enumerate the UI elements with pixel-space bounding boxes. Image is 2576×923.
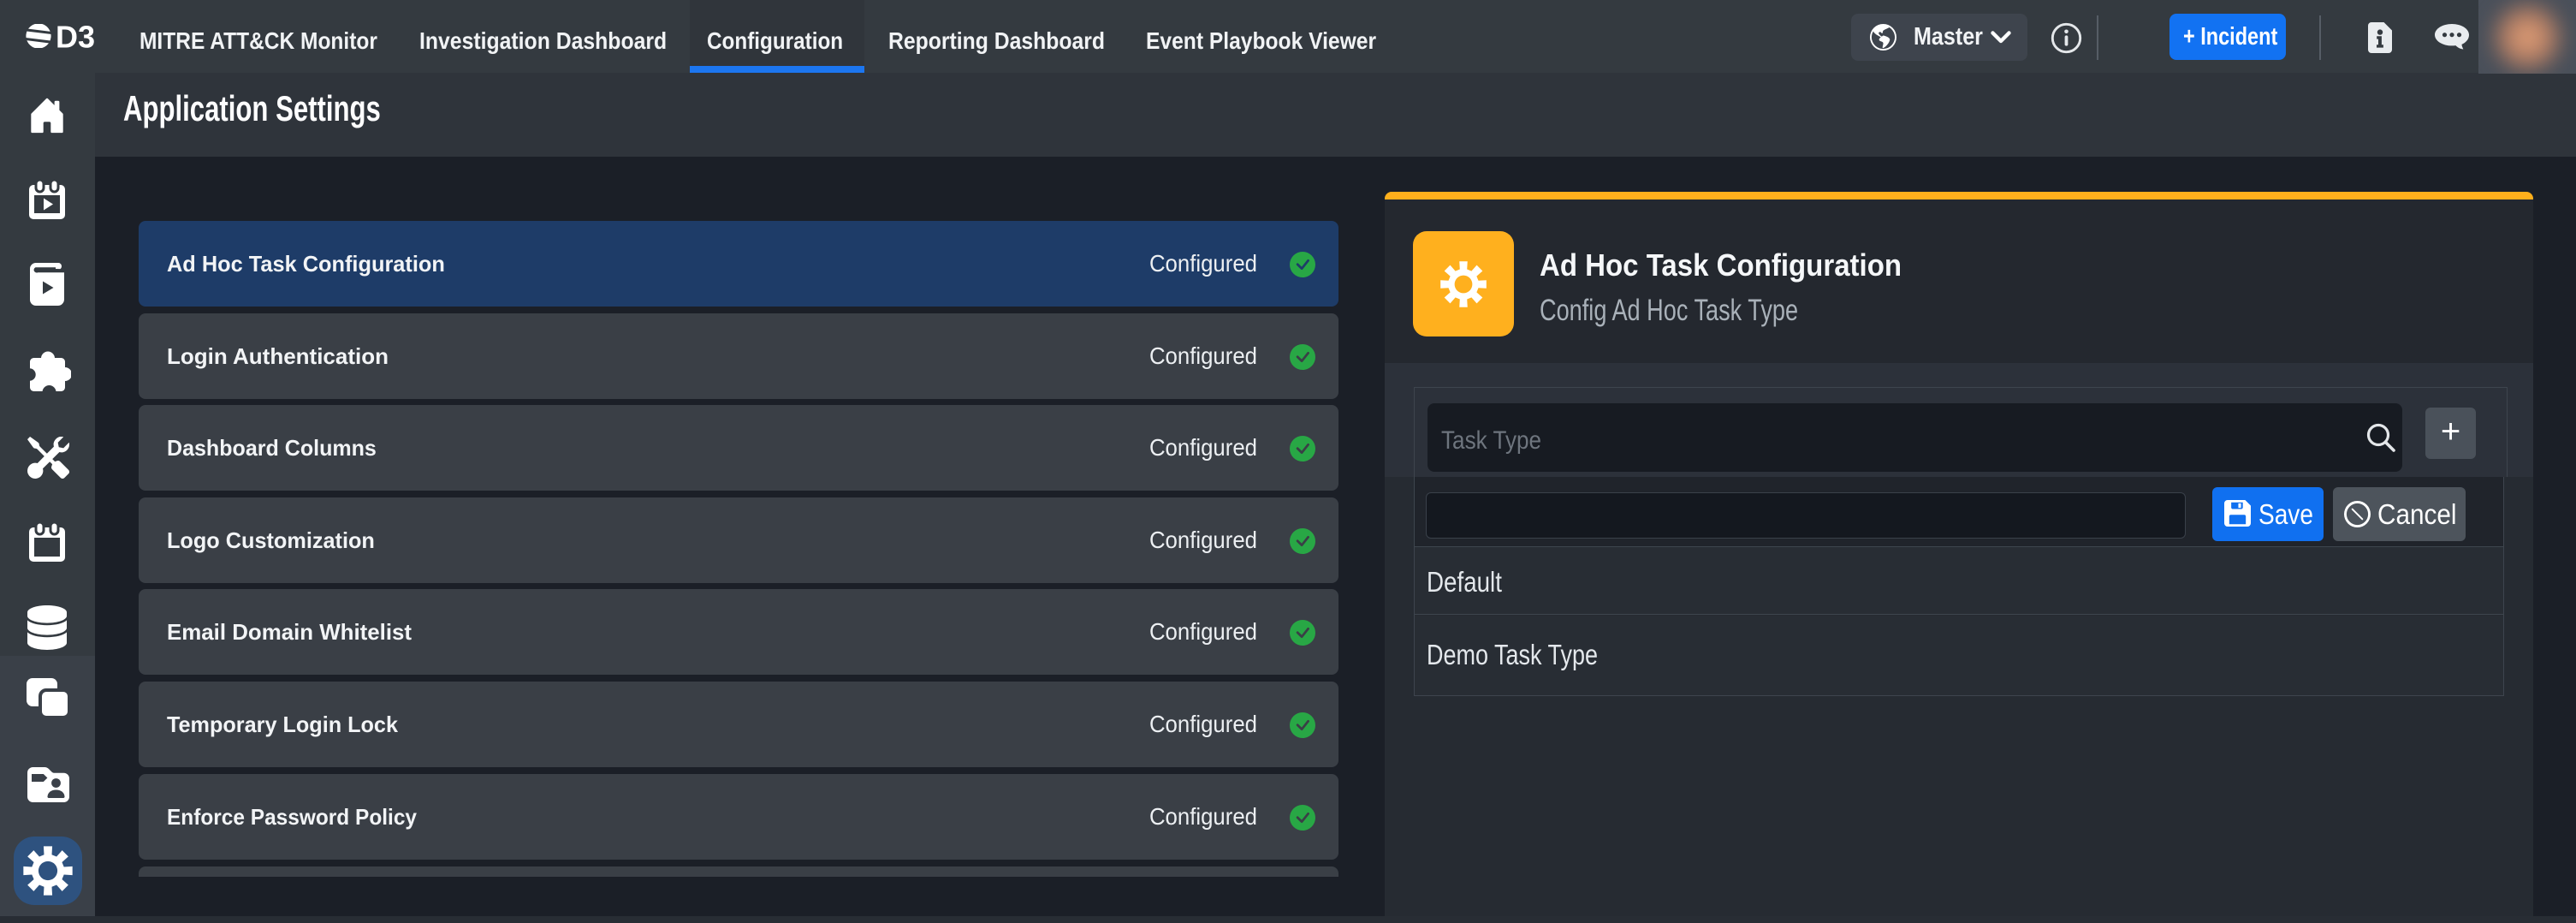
svg-text:D3: D3 xyxy=(56,24,95,48)
